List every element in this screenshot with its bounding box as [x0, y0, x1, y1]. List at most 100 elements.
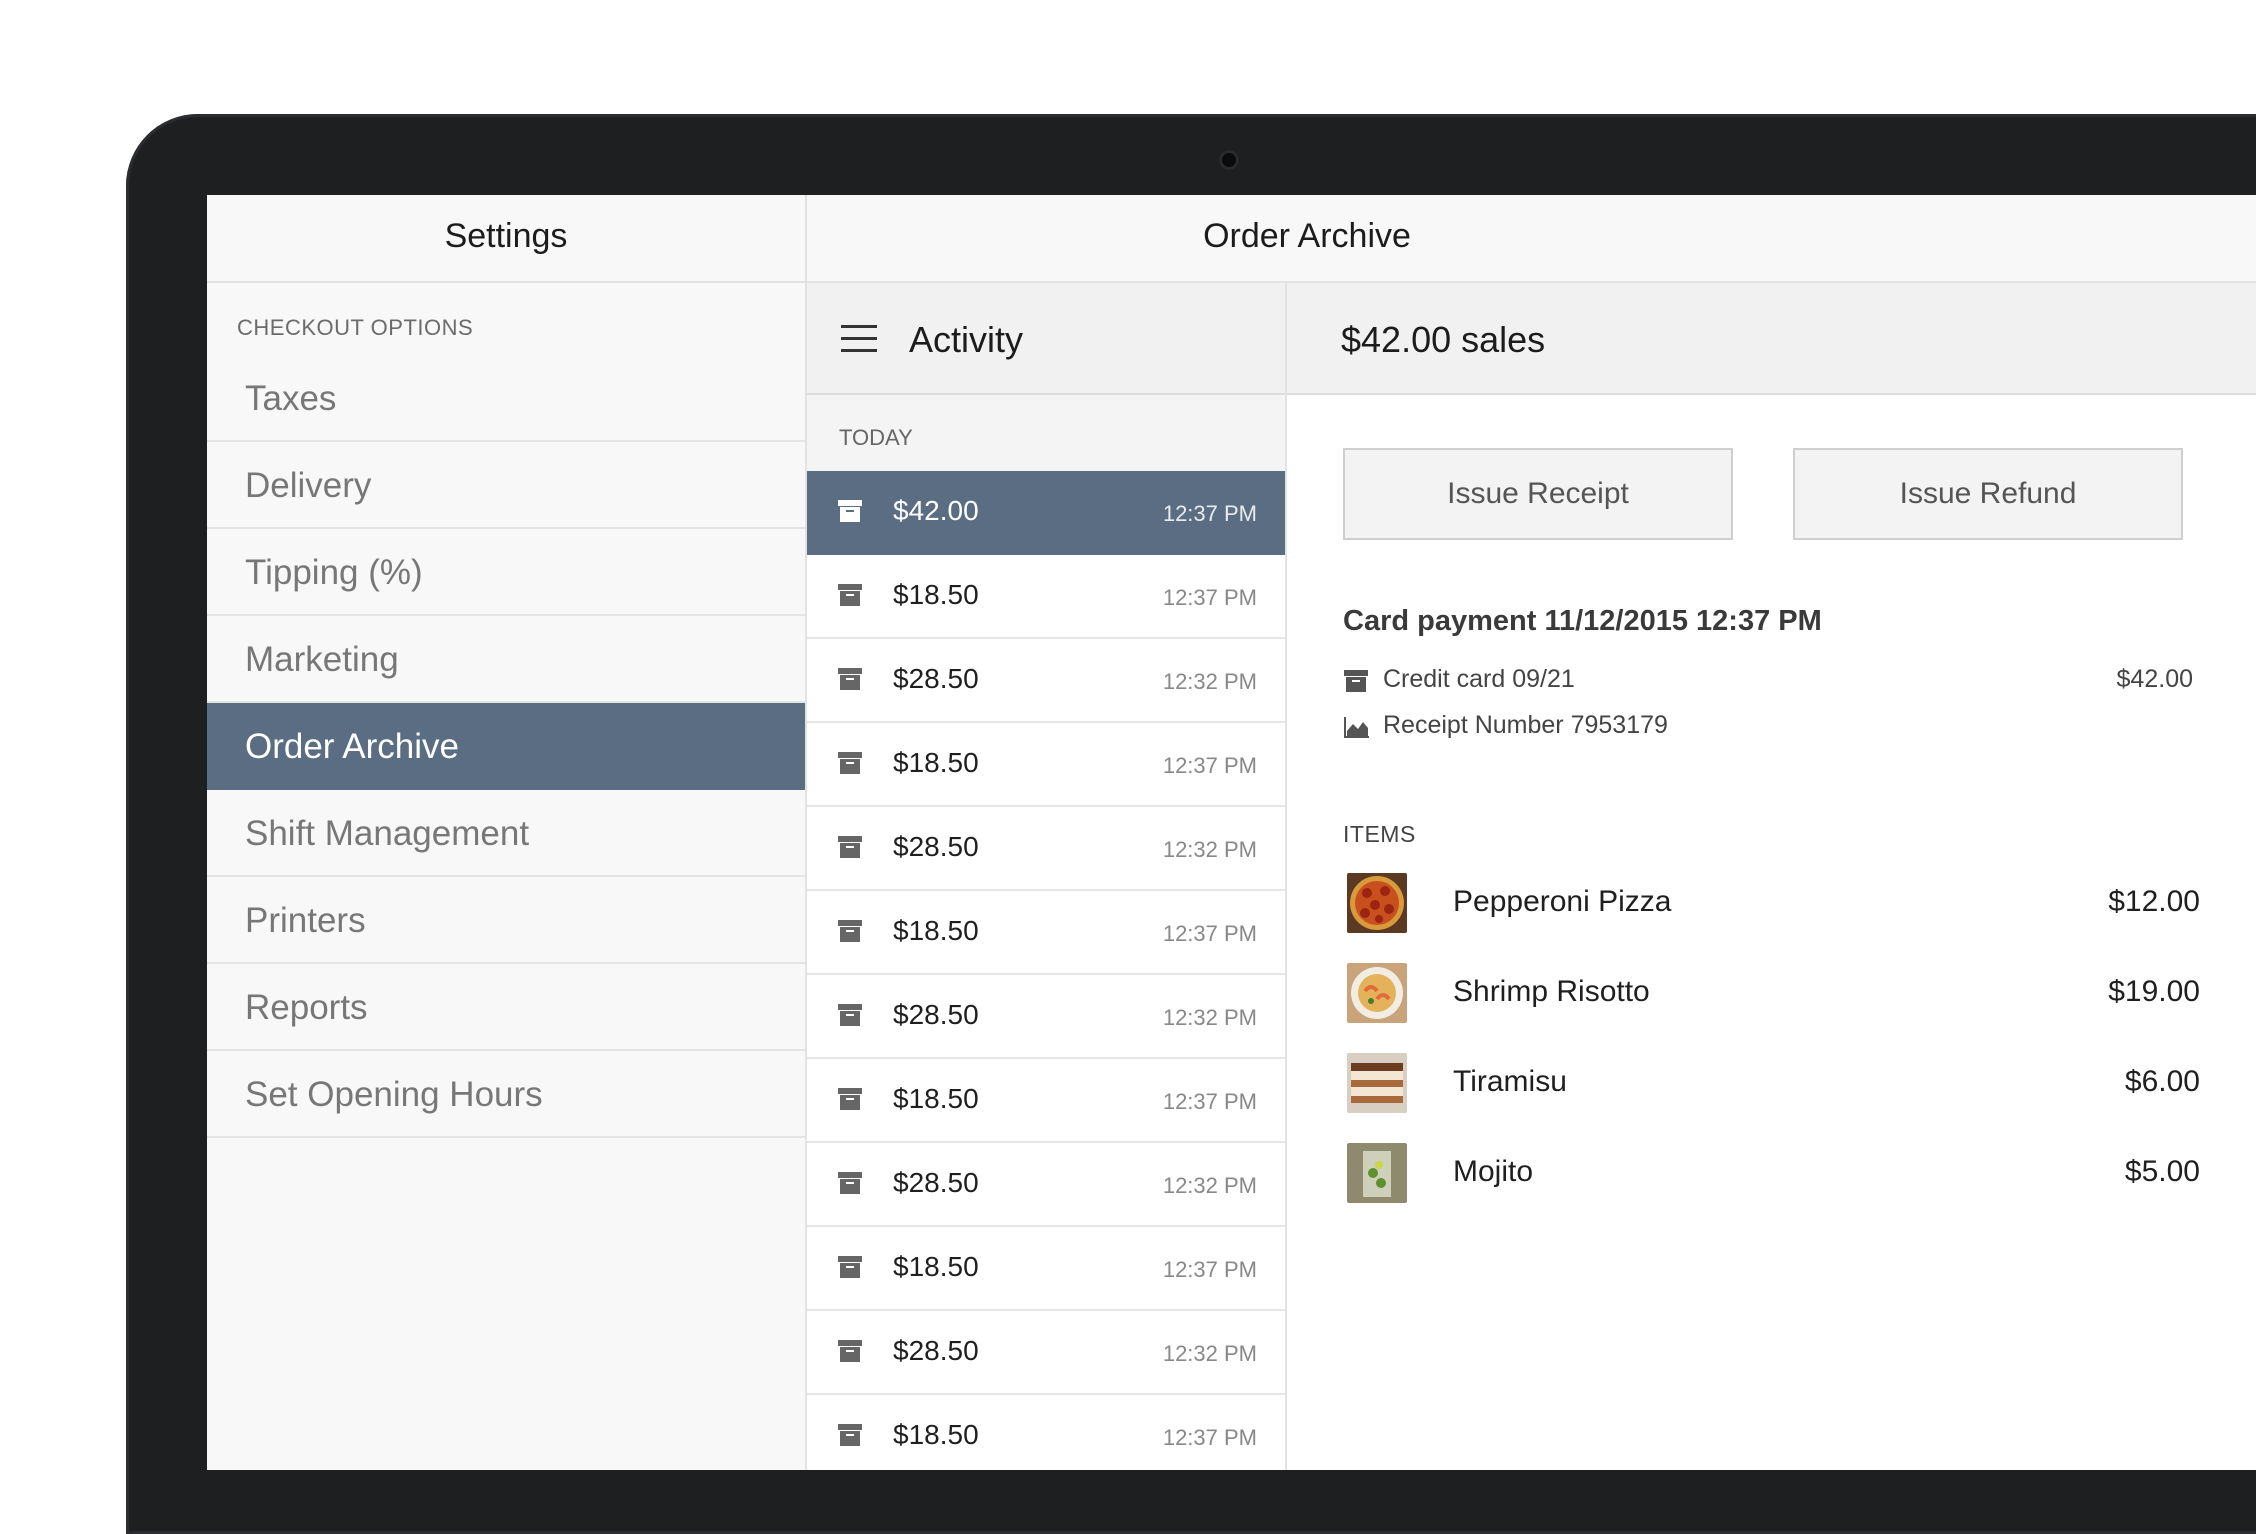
order-archive-title: Order Archive	[1203, 217, 1411, 255]
order-row[interactable]: $18.50 12:37 PM	[807, 1227, 1285, 1311]
risotto-thumbnail	[1347, 963, 1407, 1023]
camera-dot	[1219, 150, 1239, 170]
sidebar-item-taxes[interactable]: Taxes	[207, 355, 805, 442]
order-row[interactable]: $28.50 12:32 PM	[807, 975, 1285, 1059]
order-amount: $42.00	[893, 495, 979, 526]
order-time: 12:32 PM	[1162, 1173, 1257, 1198]
archive-box-icon	[837, 1171, 863, 1200]
day-label-text: TODAY	[839, 425, 913, 450]
archive-box-icon	[837, 835, 863, 864]
order-row[interactable]: $28.50 12:32 PM	[807, 639, 1285, 723]
order-row[interactable]: $18.50 12:37 PM	[807, 1395, 1285, 1470]
sidebar-item-printers[interactable]: Printers	[207, 877, 805, 964]
item-name: Pepperoni Pizza	[1453, 885, 1672, 918]
list-item[interactable]: Pepperoni Pizza $12.00	[1343, 869, 2200, 939]
order-row[interactable]: $18.50 12:37 PM	[807, 1059, 1285, 1143]
order-row[interactable]: $42.00 12:37 PM	[807, 471, 1285, 555]
order-row[interactable]: $18.50 12:37 PM	[807, 555, 1285, 639]
settings-header: Settings	[207, 195, 807, 281]
order-detail: $42.00 sales Issue Receipt Issue Refund …	[1287, 283, 2256, 1470]
order-amount: $18.50	[893, 747, 979, 778]
device-screen: Settings Order Archive CHECKOUT OPTIONS …	[207, 195, 2256, 1470]
archive-box-icon	[837, 667, 863, 696]
settings-title: Settings	[444, 217, 568, 255]
item-price: $12.00	[2108, 885, 2200, 918]
archive-box-icon	[837, 583, 863, 612]
sidebar-item-set-opening-hours[interactable]: Set Opening Hours	[207, 1051, 805, 1138]
sidebar-item-reports[interactable]: Reports	[207, 964, 805, 1051]
item-name: Tiramisu	[1453, 1065, 1567, 1098]
order-time: 12:37 PM	[1162, 501, 1257, 526]
archive-box-icon	[837, 1087, 863, 1116]
order-time: 12:37 PM	[1162, 921, 1257, 946]
activity-header: Activity	[807, 283, 1285, 395]
order-time: 12:32 PM	[1162, 1341, 1257, 1366]
archive-box-icon	[837, 1003, 863, 1032]
section-label: CHECKOUT OPTIONS	[237, 315, 474, 340]
list-item[interactable]: Shrimp Risotto $19.00	[1343, 959, 2200, 1029]
card-label: Credit card 09/21	[1383, 665, 1575, 693]
item-price: $6.00	[2124, 1065, 2200, 1098]
order-amount: $28.50	[893, 663, 979, 694]
archive-box-icon	[1343, 669, 1369, 698]
items-label: ITEMS	[1343, 821, 1416, 847]
order-row[interactable]: $18.50 12:37 PM	[807, 891, 1285, 975]
app-bar: Settings Order Archive	[207, 195, 2256, 283]
mojito-thumbnail	[1347, 1143, 1407, 1203]
list-item[interactable]: Mojito $5.00	[1343, 1139, 2200, 1209]
archive-box-icon	[837, 1423, 863, 1452]
settings-sidebar: CHECKOUT OPTIONS Taxes Delivery Tipping …	[207, 283, 807, 1470]
day-label: TODAY	[807, 395, 1285, 471]
order-amount: $28.50	[893, 831, 979, 862]
order-time: 12:32 PM	[1162, 837, 1257, 862]
order-amount: $18.50	[893, 579, 979, 610]
order-row[interactable]: $18.50 12:37 PM	[807, 723, 1285, 807]
item-price: $5.00	[2124, 1155, 2200, 1188]
order-amount: $28.50	[893, 999, 979, 1030]
sales-total: $42.00 sales	[1341, 319, 1546, 360]
issue-receipt-button[interactable]: Issue Receipt	[1343, 448, 1733, 540]
item-name: Mojito	[1453, 1155, 1534, 1188]
order-row[interactable]: $28.50 12:32 PM	[807, 1311, 1285, 1395]
order-time: 12:32 PM	[1162, 1005, 1257, 1030]
archive-box-icon	[837, 919, 863, 948]
issue-refund-button[interactable]: Issue Refund	[1793, 448, 2183, 540]
order-time: 12:37 PM	[1162, 753, 1257, 778]
sidebar-item-order-archive[interactable]: Order Archive	[207, 703, 805, 790]
sidebar-item-shift-management[interactable]: Shift Management	[207, 790, 805, 877]
chart-icon	[1343, 715, 1371, 744]
item-price: $19.00	[2108, 975, 2200, 1008]
sidebar-item-delivery[interactable]: Delivery	[207, 442, 805, 529]
detail-header: $42.00 sales	[1287, 283, 2256, 395]
order-amount: $18.50	[893, 1419, 979, 1450]
order-amount: $18.50	[893, 1251, 979, 1282]
sidebar-item-tipping[interactable]: Tipping (%)	[207, 529, 805, 616]
list-item[interactable]: Tiramisu $6.00	[1343, 1049, 2200, 1119]
order-amount: $18.50	[893, 915, 979, 946]
tiramisu-thumbnail	[1347, 1053, 1407, 1113]
order-time: 12:37 PM	[1162, 1089, 1257, 1114]
payment-title: Card payment 11/12/2015 12:37 PM	[1343, 605, 1822, 637]
archive-box-icon	[837, 499, 863, 528]
archive-box-icon	[837, 751, 863, 780]
settings-nav: Taxes Delivery Tipping (%) Marketing Ord…	[207, 355, 805, 1138]
sidebar-item-marketing[interactable]: Marketing	[207, 616, 805, 703]
order-row[interactable]: $28.50 12:32 PM	[807, 807, 1285, 891]
menu-icon[interactable]	[841, 325, 877, 353]
order-time: 12:32 PM	[1162, 669, 1257, 694]
card-amount: $42.00	[2116, 665, 2193, 693]
order-amount: $28.50	[893, 1167, 979, 1198]
order-time: 12:37 PM	[1162, 1257, 1257, 1282]
order-amount: $28.50	[893, 1335, 979, 1366]
receipt-number: Receipt Number 7953179	[1383, 711, 1668, 739]
item-name: Shrimp Risotto	[1453, 975, 1650, 1008]
card-row: Credit card 09/21 $42.00	[1343, 663, 2193, 699]
order-list: $42.00 12:37 PM $18.50 12:37 PM $28.50 12:32 …	[807, 471, 1285, 1470]
order-time: 12:37 PM	[1162, 1425, 1257, 1450]
order-time: 12:37 PM	[1162, 585, 1257, 610]
archive-box-icon	[837, 1339, 863, 1368]
pizza-thumbnail	[1347, 873, 1407, 933]
activity-panel: Activity TODAY $42.00 12:37 PM $18.50 12:37…	[807, 283, 1287, 1470]
receipt-row: Receipt Number 7953179	[1343, 709, 2193, 745]
order-row[interactable]: $28.50 12:32 PM	[807, 1143, 1285, 1227]
